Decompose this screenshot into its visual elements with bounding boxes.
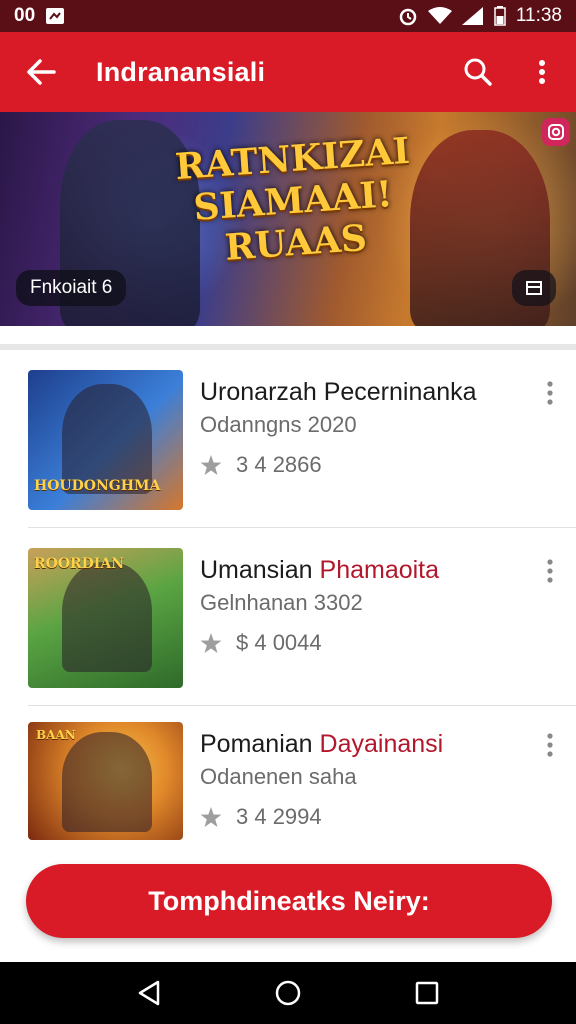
title-main: Uronarzah [200, 378, 317, 406]
circle-home-icon [275, 980, 301, 1006]
wifi-icon [427, 7, 452, 25]
status-left-text: 00 [14, 5, 36, 26]
section-divider [0, 344, 576, 350]
list-item-more-button[interactable] [536, 730, 564, 760]
list-separator [28, 705, 576, 706]
star-icon [200, 806, 222, 827]
title-main: Pomanian [200, 730, 313, 758]
banner-logo-text: RATNKIZAI SIAMAAI! RUAAS [173, 129, 412, 269]
list-item-thumbnail: ROORDIAN [28, 548, 183, 688]
status-bar: 00 11:38 [0, 0, 576, 32]
star-icon [200, 454, 222, 475]
instagram-icon[interactable] [542, 118, 570, 146]
back-arrow-icon [27, 59, 56, 85]
rating-value: $ 4 0044 [236, 630, 322, 655]
battery-icon [494, 6, 506, 26]
star-icon [200, 632, 222, 653]
triangle-back-icon [139, 980, 160, 1006]
title-accent: Dayainansi [319, 730, 444, 758]
more-vert-icon [547, 733, 553, 757]
featured-banner[interactable]: RATNKIZAI SIAMAAI! RUAAS Fnkoiait 6 [0, 112, 576, 326]
list-item-subtitle: Odanenen saha [200, 764, 357, 789]
list-separator [28, 527, 576, 528]
alarm-icon [398, 6, 418, 26]
search-icon [464, 58, 492, 86]
nav-recents-button[interactable] [407, 973, 447, 1013]
page-title: Indranansiali [96, 56, 266, 87]
banner-chip[interactable]: Fnkoiait 6 [16, 270, 127, 306]
list-item-title: Pomanian Dayainansi [200, 730, 530, 759]
search-button[interactable] [460, 54, 496, 90]
status-time: 11:38 [515, 5, 562, 26]
thumbnail-caption: ROORDIAN [34, 556, 125, 572]
list-item-thumbnail: BAAN [28, 722, 183, 840]
list-item-more-button[interactable] [536, 378, 564, 408]
square-recents-icon [415, 981, 438, 1005]
primary-action-button[interactable]: Tomphdineatks Neiry: [26, 864, 552, 938]
signal-icon [461, 7, 484, 25]
thumbnail-caption: HOUDONGHMA [34, 478, 161, 494]
window-icon [526, 281, 542, 295]
rating-value: 3 4 2994 [236, 804, 322, 829]
nav-back-button[interactable] [129, 973, 169, 1013]
list-item[interactable]: ROORDIAN Umansian Phamaoita Gelnhanan 33… [0, 548, 576, 724]
list-item-more-button[interactable] [536, 556, 564, 586]
more-vert-icon [547, 381, 553, 405]
list-item-rating: $ 4 0044 [200, 630, 322, 656]
back-button[interactable] [22, 53, 60, 91]
list-item-subtitle: Odanngns 2020 [200, 412, 357, 437]
list-item[interactable]: HOUDONGHMA Uronarzah Pecerninanka Odanng… [0, 370, 576, 546]
app-bar: Indranansiali [0, 32, 576, 112]
thumbnail-caption: BAAN [36, 728, 76, 742]
nav-home-button[interactable] [268, 973, 308, 1013]
list-item-rating: 3 4 2866 [200, 452, 322, 478]
list-item-thumbnail: HOUDONGHMA [28, 370, 183, 510]
list-item-title: Uronarzah Pecerninanka [200, 378, 530, 407]
list-item-rating: 3 4 2994 [200, 804, 322, 830]
more-vert-icon [547, 559, 553, 583]
title-accent: Phamaoita [319, 556, 440, 584]
overflow-menu-button[interactable] [524, 54, 560, 90]
title-rest: Pecerninanka [323, 378, 477, 406]
system-navigation-bar [0, 962, 576, 1024]
notification-icon [45, 7, 65, 25]
title-main: Umansian [200, 556, 313, 584]
rating-value: 3 4 2866 [236, 452, 322, 477]
banner-expand-button[interactable] [512, 270, 556, 306]
list-item-subtitle: Gelnhanan 3302 [200, 590, 363, 615]
more-vert-icon [539, 60, 545, 84]
app-root: 00 11:38 Indranansiali RATNKIZAI SIAMAAI… [0, 0, 576, 1024]
list-item-title: Umansian Phamaoita [200, 556, 530, 585]
